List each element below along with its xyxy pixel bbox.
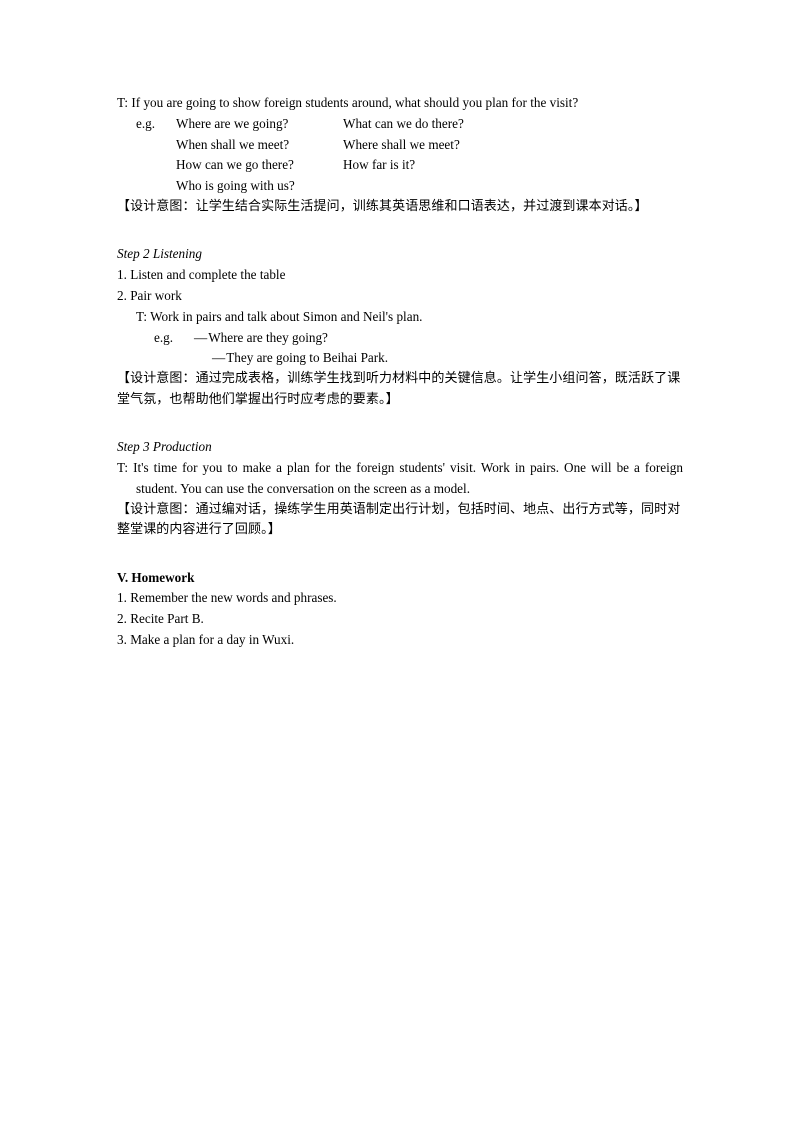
step3-heading: Step 3 Production [117, 439, 212, 455]
eg-label-spacer [154, 348, 194, 369]
dialogue-line: Where are they going? [208, 329, 328, 345]
eg-label: e.g. [154, 329, 174, 345]
dialogue-line: They are going to Beihai Park. [226, 350, 389, 366]
eg-label: e.g. [136, 115, 156, 131]
homework-item: 1. Remember the new words and phrases. [117, 590, 337, 606]
homework-heading: V. Homework [117, 569, 195, 585]
document-page: T: If you are going to show foreign stud… [0, 0, 794, 1123]
step2-teacher-line: T: Work in pairs and talk about Simon an… [136, 308, 423, 324]
eg-label-spacer [136, 155, 176, 176]
em-dash-icon: — [194, 329, 208, 345]
step2-dialogue-row: — They are going to Beihai Park. [117, 348, 683, 369]
eg-label-spacer [136, 176, 176, 197]
step3-design-intent: 【设计意图：通过编对话，操练学生用英语制定出行计划，包括时间、地点、出行方式等，… [117, 501, 681, 538]
question-left: When shall we meet? [176, 136, 290, 152]
em-dash-icon: — [212, 350, 226, 366]
step2-dialogue-row: e.g. — Where are they going? [117, 328, 683, 349]
example-row: e.g. Where are we going? What can we do … [117, 114, 683, 135]
step2-design-intent: 【设计意图：通过完成表格，训练学生找到听力材料中的关键信息。让学生小组问答，既活… [117, 371, 681, 407]
homework-item: 2. Recite Part B. [117, 611, 204, 627]
question-right [343, 176, 683, 197]
eg-label-spacer [136, 135, 176, 156]
example-row: When shall we meet? Where shall we meet? [117, 135, 683, 156]
question-right: Where shall we meet? [343, 136, 460, 152]
question-left: How can we go there? [176, 157, 294, 173]
step3-teacher-line: T: It's time for you to make a plan for … [117, 460, 687, 496]
step2-heading: Step 2 Listening [117, 246, 202, 262]
question-left: Where are we going? [176, 115, 289, 131]
example-row: How can we go there? How far is it? [117, 155, 683, 176]
intro-example-questions: e.g. Where are we going? What can we do … [117, 114, 683, 197]
step2-item-1: 1. Listen and complete the table [117, 267, 286, 283]
step2-item-2: 2. Pair work [117, 288, 182, 304]
homework-item: 3. Make a plan for a day in Wuxi. [117, 632, 295, 648]
question-left: Who is going with us? [176, 178, 295, 194]
intro-design-intent: 【设计意图：让学生结合实际生活提问，训练其英语思维和口语表达，并过渡到课本对话。… [117, 198, 648, 214]
document-content: T: If you are going to show foreign stud… [117, 93, 683, 651]
question-right: What can we do there? [343, 115, 464, 131]
question-right: How far is it? [343, 157, 416, 173]
intro-teacher-prompt: T: If you are going to show foreign stud… [117, 95, 579, 110]
example-row: Who is going with us? [117, 176, 683, 197]
